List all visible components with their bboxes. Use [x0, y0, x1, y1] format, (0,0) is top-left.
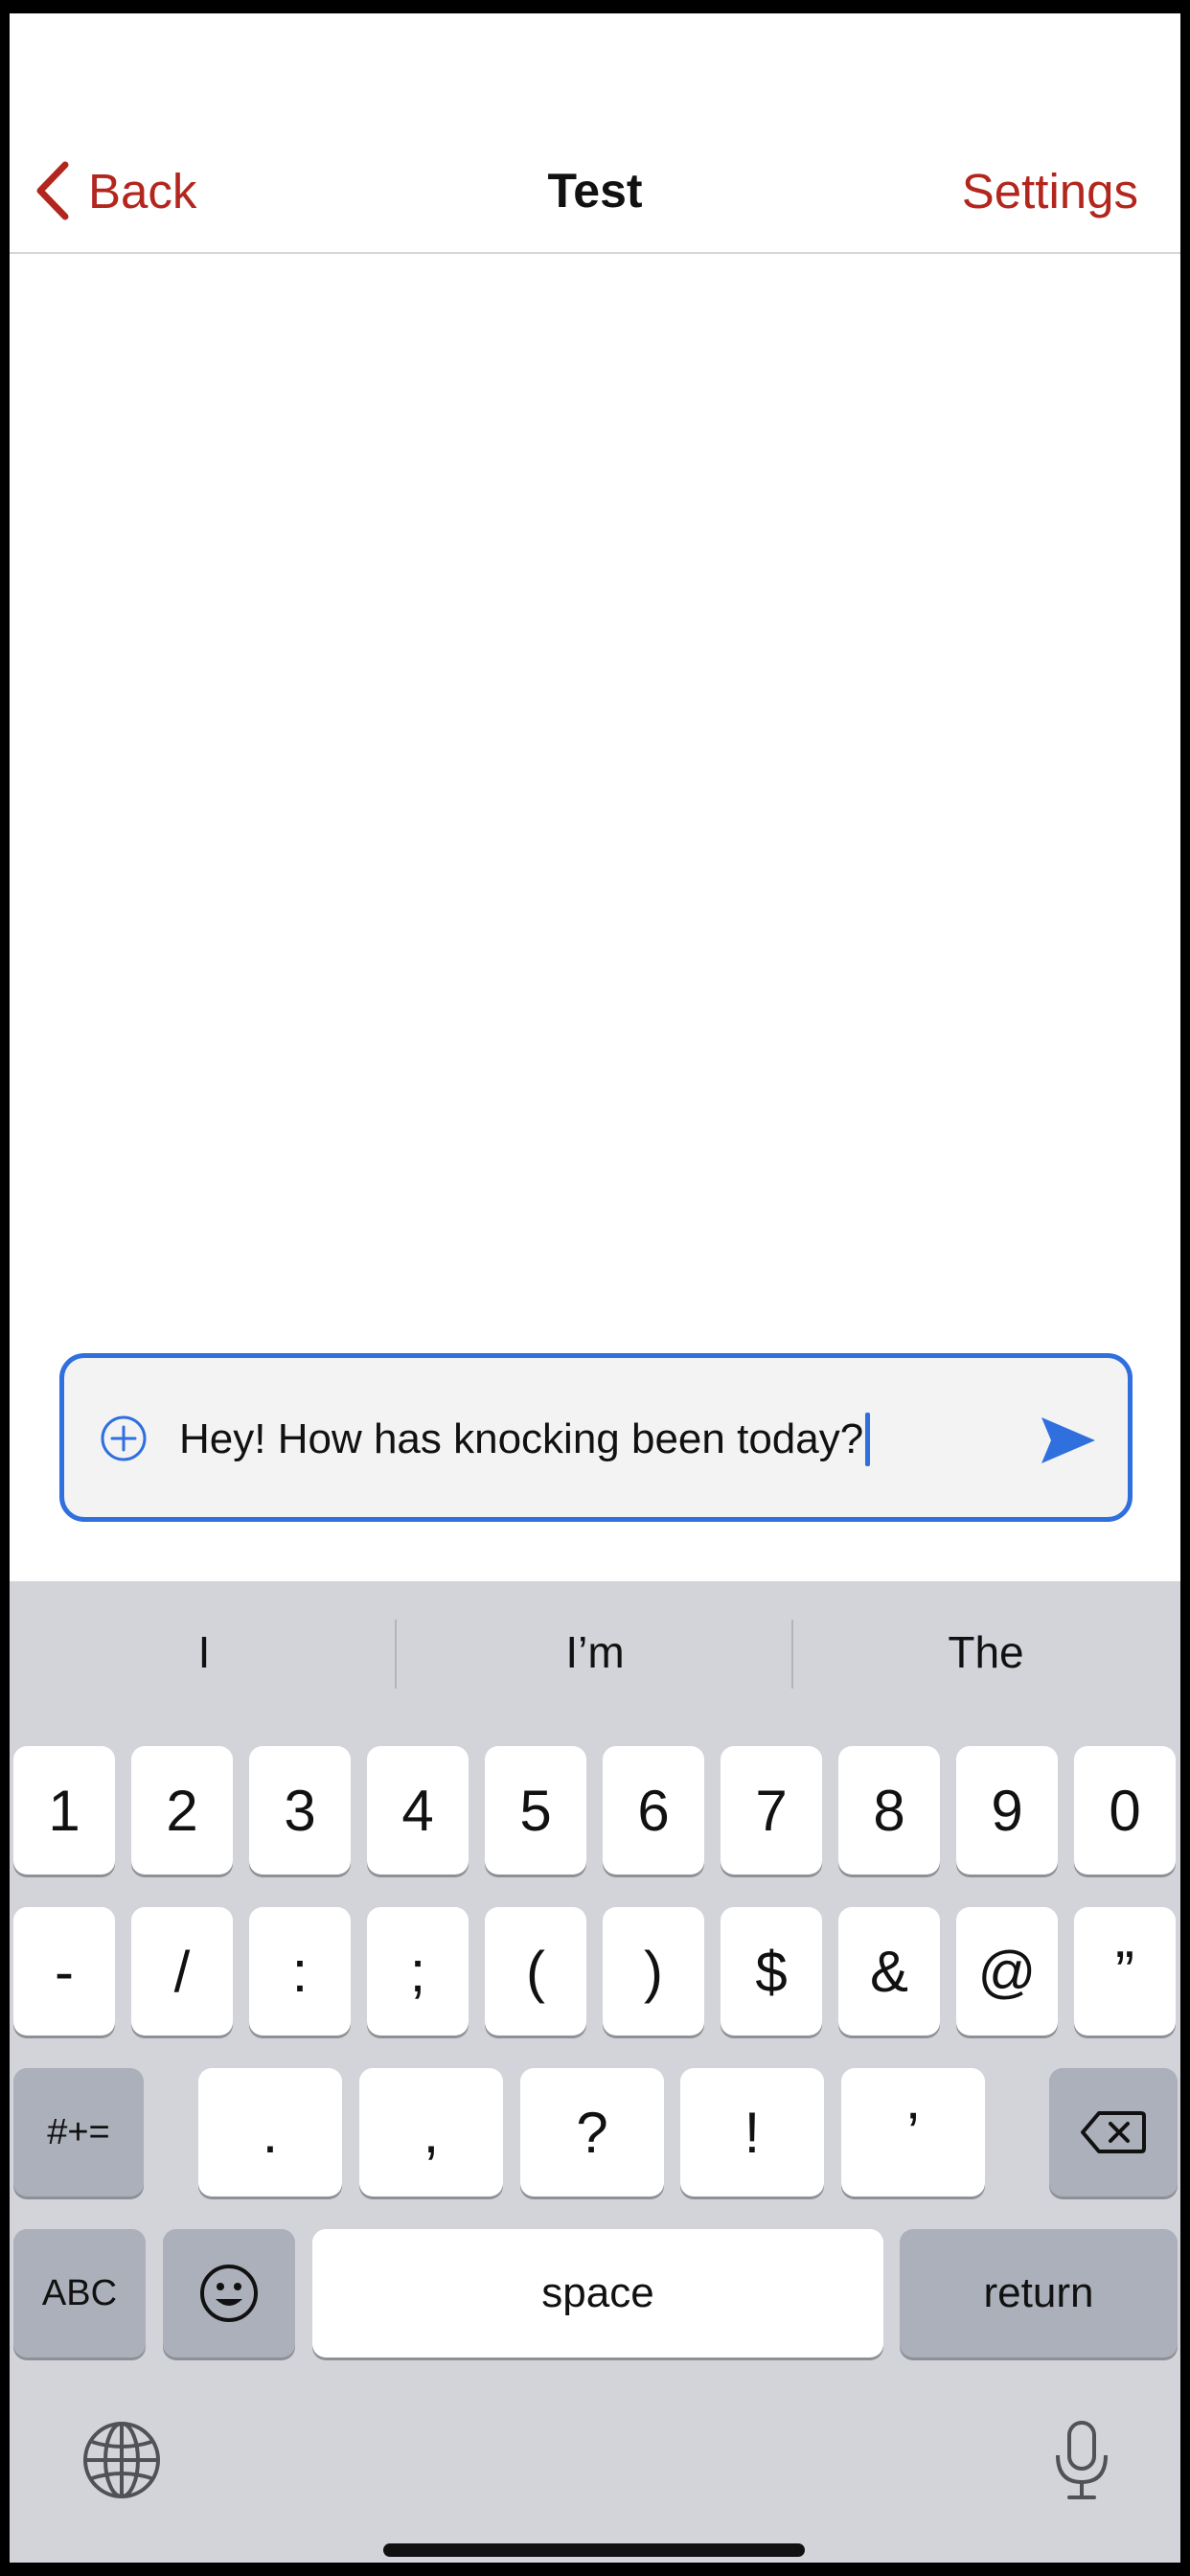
key-slash[interactable]: / — [131, 1907, 233, 2036]
key-open-paren[interactable]: ( — [485, 1907, 586, 2036]
key-2[interactable]: 2 — [131, 1746, 233, 1874]
emoji-icon — [200, 2265, 258, 2322]
key-exclamation[interactable]: ! — [680, 2068, 824, 2196]
settings-button[interactable]: Settings — [962, 157, 1138, 224]
key-apostrophe[interactable]: ’ — [841, 2068, 985, 2196]
return-key[interactable]: return — [900, 2229, 1178, 2358]
key-more-symbols[interactable]: #+= — [13, 2068, 144, 2196]
navigation-bar: Back Test Settings — [10, 13, 1180, 254]
suggestion-item[interactable]: I — [10, 1616, 399, 1689]
globe-button[interactable] — [79, 2417, 165, 2503]
microphone-icon — [1056, 2421, 1108, 2499]
key-0[interactable]: 0 — [1074, 1746, 1176, 1874]
key-abc[interactable]: ABC — [13, 2229, 146, 2358]
suggestion-bar: I I’m The — [10, 1581, 1180, 1725]
send-button[interactable] — [1038, 1410, 1099, 1471]
key-8[interactable]: 8 — [838, 1746, 940, 1874]
key-6[interactable]: 6 — [603, 1746, 704, 1874]
backspace-icon — [1081, 2111, 1146, 2153]
suggestion-divider — [395, 1620, 397, 1689]
key-ampersand[interactable]: & — [838, 1907, 940, 2036]
message-composer[interactable]: Hey! How has knocking been today? — [59, 1353, 1133, 1522]
key-hyphen[interactable]: - — [13, 1907, 115, 2036]
key-1[interactable]: 1 — [13, 1746, 115, 1874]
key-question[interactable]: ? — [520, 2068, 664, 2196]
chat-screen: Back Test Settings Hey! How has knocking… — [10, 13, 1180, 2563]
key-close-paren[interactable]: ) — [603, 1907, 704, 2036]
key-at[interactable]: @ — [956, 1907, 1058, 2036]
home-indicator[interactable] — [383, 2543, 805, 2557]
key-colon[interactable]: : — [249, 1907, 351, 2036]
suggestion-item[interactable]: I’m — [400, 1616, 790, 1689]
key-9[interactable]: 9 — [956, 1746, 1058, 1874]
key-quote[interactable]: ” — [1074, 1907, 1176, 2036]
key-semicolon[interactable]: ; — [367, 1907, 469, 2036]
space-key[interactable]: space — [312, 2229, 883, 2358]
globe-icon — [83, 2422, 160, 2498]
message-input[interactable]: Hey! How has knocking been today? — [179, 1410, 871, 1469]
key-dollar[interactable]: $ — [721, 1907, 822, 2036]
key-comma[interactable]: , — [359, 2068, 503, 2196]
dictation-button[interactable] — [1039, 2417, 1125, 2503]
send-icon — [1041, 1417, 1095, 1463]
add-attachment-button[interactable] — [99, 1414, 149, 1463]
emoji-key[interactable] — [163, 2229, 295, 2358]
key-4[interactable]: 4 — [367, 1746, 469, 1874]
text-caret — [865, 1413, 871, 1466]
suggestion-item[interactable]: The — [791, 1616, 1180, 1689]
plus-circle-icon — [101, 1415, 147, 1461]
delete-key[interactable] — [1049, 2068, 1178, 2196]
key-7[interactable]: 7 — [721, 1746, 822, 1874]
message-text: Hey! How has knocking been today? — [179, 1415, 864, 1462]
key-period[interactable]: . — [198, 2068, 342, 2196]
key-5[interactable]: 5 — [485, 1746, 586, 1874]
keyboard: I I’m The 1 2 3 4 5 6 7 8 9 0 - / : ; ( … — [10, 1581, 1180, 2563]
key-3[interactable]: 3 — [249, 1746, 351, 1874]
